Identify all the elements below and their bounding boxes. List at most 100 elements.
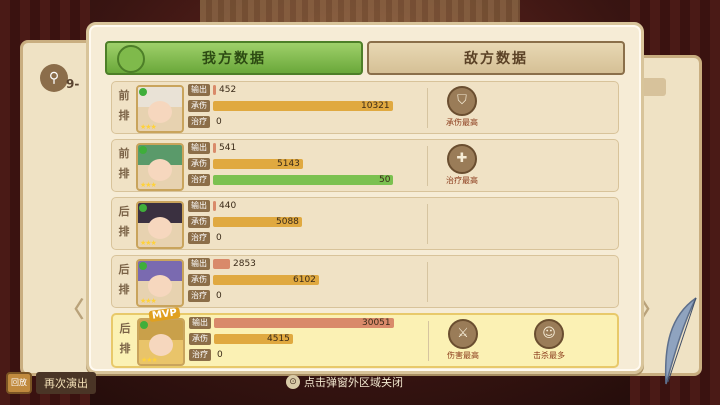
- hero-avatar[interactable]: ★★★: [136, 201, 184, 249]
- row-divider: [427, 88, 428, 128]
- stat-label: 输出: [188, 258, 210, 270]
- hero-avatar[interactable]: ★★★: [136, 85, 184, 133]
- hero-avatar[interactable]: ★★★: [136, 259, 184, 307]
- award-label: 承伤最高: [446, 118, 478, 127]
- position-bottom: 排: [118, 283, 130, 296]
- cat-mask-icon: ☺: [534, 319, 564, 349]
- avatar-face: [148, 275, 172, 297]
- stat-value: 440: [219, 201, 237, 211]
- battle-stats-panel: 我方数据 敌方数据 前排 ★★★ 输出 452 承伤 10321 治疗 0 ⛉ 承伤最高前排 ★★★…: [86, 22, 644, 374]
- award-label: 击杀最多: [533, 351, 565, 360]
- stat-value: 10321: [361, 101, 390, 111]
- stat-label: 输出: [188, 84, 210, 96]
- row-divider: [428, 321, 429, 361]
- row-divider: [427, 262, 428, 302]
- position-bottom: 排: [118, 225, 130, 238]
- hero-row: 前排 ★★★ 输出 541 承伤 5143 治疗 50 ✚ 治疗最高: [111, 139, 619, 192]
- stat-value: 5088: [276, 217, 299, 227]
- position-top: 前: [118, 89, 130, 102]
- award-badge: ✚ 治疗最高: [440, 144, 484, 188]
- stat-value: 50: [379, 175, 391, 185]
- stat-value: 6102: [293, 275, 316, 285]
- award-badge: ⛉ 承伤最高: [440, 86, 484, 130]
- level-dot-icon: [140, 321, 148, 329]
- stat-bar: [213, 175, 393, 185]
- avatar-face: [149, 334, 173, 356]
- star-rating-icon: ★★★: [141, 356, 158, 364]
- award-badge: ⚔ 伤害最高: [441, 319, 485, 363]
- quill-feather-icon: [664, 297, 697, 385]
- level-dot-icon: [139, 146, 147, 154]
- hero-row: 后排 ★★★ 输出 2853 承伤 6102 治疗 0: [111, 255, 619, 308]
- avatar-face: [148, 159, 172, 181]
- tab-my-team-label: 我方数据: [202, 51, 266, 67]
- star-rating-icon: ★★★: [140, 297, 157, 305]
- stat-value: 541: [219, 143, 237, 153]
- star-rating-icon: ★★★: [140, 239, 157, 247]
- stat-value: 0: [217, 350, 223, 360]
- heal-cross-icon: ✚: [447, 144, 477, 174]
- row-position-label: 前排: [116, 144, 132, 184]
- shield-icon: ⛉: [447, 86, 477, 116]
- stat-label: 治疗: [189, 349, 211, 361]
- position-top: 前: [118, 147, 130, 160]
- stat-label: 治疗: [188, 290, 210, 302]
- level-dot-icon: [139, 88, 147, 96]
- stat-label: 治疗: [188, 232, 210, 244]
- replay-label: 再次演出: [36, 372, 96, 394]
- stage-label: 9-: [66, 77, 80, 91]
- hero-stat-list: 前排 ★★★ 输出 452 承伤 10321 治疗 0 ⛉ 承伤最高前排 ★★★ 输出 541 承伤 514…: [111, 81, 619, 373]
- map-pin-icon: ⚲: [40, 64, 68, 92]
- close-hint: ⊙ 点击弹窗外区域关闭: [286, 374, 403, 390]
- position-bottom: 排: [118, 167, 130, 180]
- stat-value: 5143: [277, 159, 300, 169]
- position-top: 后: [118, 263, 130, 276]
- tab-enemy-team-label: 敌方数据: [464, 51, 528, 67]
- hero-row: 前排 ★★★ 输出 452 承伤 10321 治疗 0 ⛉ 承伤最高: [111, 81, 619, 134]
- stat-value: 2853: [233, 259, 256, 269]
- stat-value: 30051: [362, 318, 391, 328]
- stat-value: 0: [216, 117, 222, 127]
- close-hint-text: 点击弹窗外区域关闭: [304, 376, 403, 389]
- replay-button[interactable]: 回放 再次演出: [6, 372, 96, 394]
- row-position-label: 后排: [116, 260, 132, 300]
- stat-label: 输出: [188, 200, 210, 212]
- prev-arrow-icon[interactable]: 〈: [62, 292, 84, 324]
- position-top: 后: [119, 322, 131, 335]
- award-label: 伤害最高: [447, 351, 479, 360]
- level-dot-icon: [139, 204, 147, 212]
- position-bottom: 排: [118, 109, 130, 122]
- hero-avatar[interactable]: ★★★: [137, 318, 185, 366]
- team-emblem-icon: [117, 45, 145, 73]
- row-position-label: 前排: [116, 86, 132, 126]
- award-label: 治疗最高: [446, 176, 478, 185]
- tab-my-team[interactable]: 我方数据: [105, 41, 363, 75]
- star-rating-icon: ★★★: [140, 123, 157, 131]
- stat-label: 承伤: [188, 158, 210, 170]
- hero-row: 后排 ★★★ 输出 440 承伤 5088 治疗 0: [111, 197, 619, 250]
- stat-label: 承伤: [189, 333, 211, 345]
- star-rating-icon: ★★★: [140, 181, 157, 189]
- tab-enemy-team[interactable]: 敌方数据: [367, 41, 625, 75]
- avatar-face: [148, 101, 172, 123]
- stat-bar: [213, 201, 216, 211]
- stat-label: 输出: [188, 142, 210, 154]
- stat-bar: [213, 143, 216, 153]
- stat-value: 4515: [267, 334, 290, 344]
- stat-value: 452: [219, 85, 237, 95]
- stat-label: 治疗: [188, 174, 210, 186]
- row-position-label: 后排: [116, 202, 132, 242]
- hero-avatar[interactable]: ★★★: [136, 143, 184, 191]
- award-badge: ☺ 击杀最多: [527, 319, 571, 363]
- sword-icon: ⚔: [448, 319, 478, 349]
- position-bottom: 排: [119, 342, 131, 355]
- position-top: 后: [118, 205, 130, 218]
- stat-bar: [213, 85, 216, 95]
- row-position-label: 后排: [117, 319, 133, 359]
- stat-value: 0: [216, 233, 222, 243]
- team-tabs: 我方数据 敌方数据: [105, 39, 625, 75]
- stat-label: 承伤: [188, 100, 210, 112]
- replay-icon: 回放: [6, 372, 32, 394]
- level-dot-icon: [139, 262, 147, 270]
- stat-label: 承伤: [188, 216, 210, 228]
